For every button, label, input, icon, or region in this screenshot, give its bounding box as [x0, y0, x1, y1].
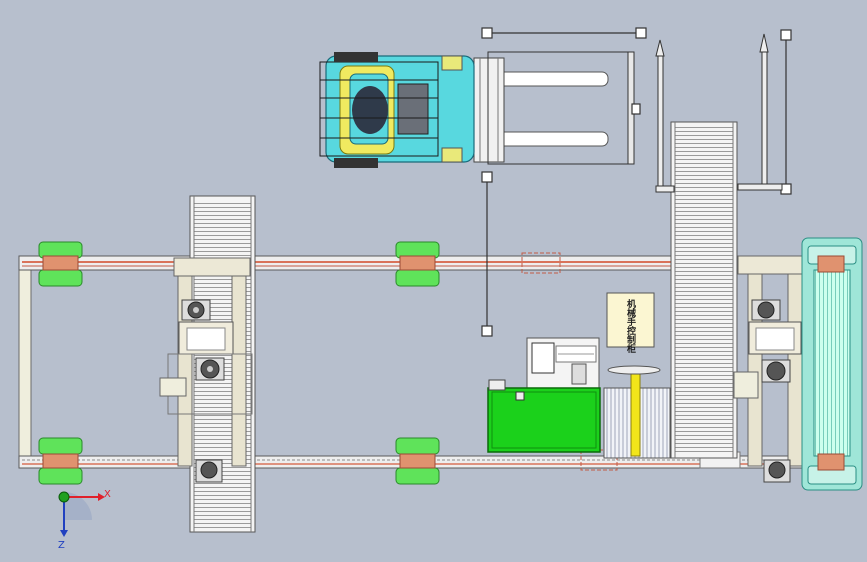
- center-conveyor: [670, 121, 738, 459]
- pad-top-middle: [395, 241, 440, 287]
- pad-top-left: [38, 241, 83, 287]
- robot-head-left-1: [181, 299, 211, 321]
- sign-text: 机械手控制柜: [625, 298, 637, 354]
- cyan-conveyor: [801, 237, 863, 491]
- pad-bottom-left: [38, 437, 83, 485]
- robot-head-left-2: [195, 357, 225, 381]
- control-cabinet: [487, 337, 601, 453]
- robot-head-right-1: [751, 299, 781, 321]
- layout-canvas: 机械手控制柜 X Z: [18, 27, 863, 551]
- left-conveyor: [159, 195, 256, 533]
- cabinet-sign: 机械手控制柜: [606, 292, 655, 354]
- coordinate-triad-icon: [58, 491, 105, 537]
- robot-head-right-2: [761, 359, 791, 383]
- cad-layout-drawing: 机械手控制柜 X Z: [0, 0, 867, 562]
- enclosure-panel: [603, 365, 671, 459]
- axis-x-label: X: [104, 489, 111, 500]
- right-gantry: [733, 255, 809, 483]
- robot-head-right-3: [763, 459, 791, 483]
- axis-z-label: Z: [58, 540, 65, 551]
- robot-head-left-3: [195, 459, 223, 483]
- forklift: [319, 51, 635, 168]
- pad-bottom-middle: [395, 437, 440, 485]
